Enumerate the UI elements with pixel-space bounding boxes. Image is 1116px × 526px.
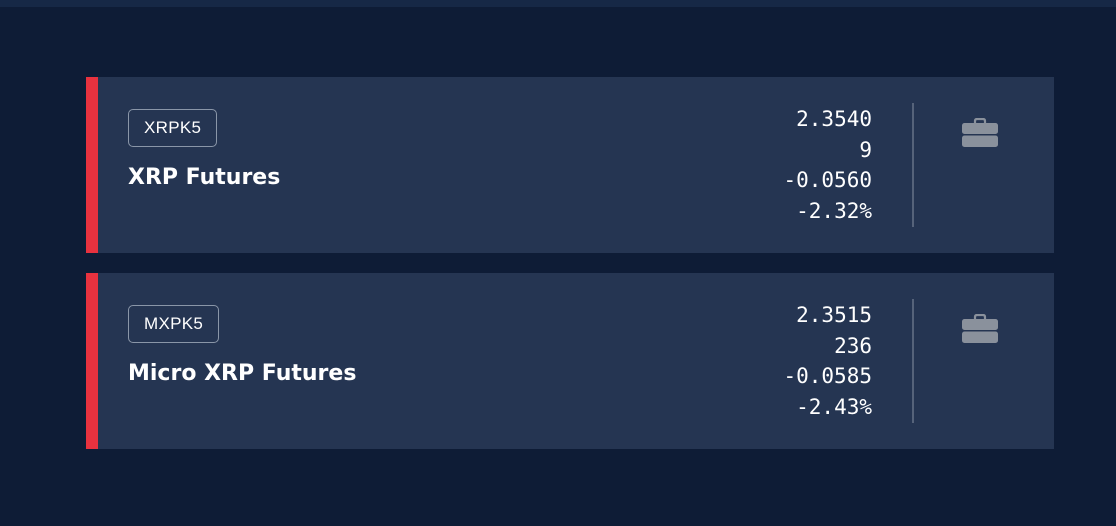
contract-name: XRP Futures bbox=[128, 165, 281, 190]
quote-values: 2.3540 9 -0.0560 -2.32% bbox=[783, 104, 872, 226]
portfolio-button[interactable] bbox=[958, 113, 1002, 153]
symbol-badge: XRPK5 bbox=[128, 109, 218, 147]
contract-card[interactable]: XRPK5 XRP Futures 2.3540 9 -0.0560 -2.32… bbox=[86, 77, 1054, 253]
briefcase-icon bbox=[962, 314, 998, 343]
top-bar bbox=[0, 0, 1116, 7]
volume: 9 bbox=[859, 137, 872, 162]
divider bbox=[912, 299, 914, 423]
portfolio-button[interactable] bbox=[958, 309, 1002, 349]
symbol-badge: MXPK5 bbox=[128, 305, 220, 343]
trend-indicator-bar bbox=[86, 273, 98, 449]
last-price: 2.3515 bbox=[796, 303, 872, 327]
contract-card[interactable]: MXPK5 Micro XRP Futures 2.3515 236 -0.05… bbox=[86, 273, 1054, 449]
net-change: -0.0585 bbox=[783, 364, 872, 388]
contract-list: XRPK5 XRP Futures 2.3540 9 -0.0560 -2.32… bbox=[86, 77, 1054, 469]
quote-values: 2.3515 236 -0.0585 -2.43% bbox=[783, 300, 872, 422]
percent-change: -2.32% bbox=[796, 198, 872, 223]
last-price: 2.3540 bbox=[796, 107, 872, 131]
percent-change: -2.43% bbox=[796, 394, 872, 419]
volume: 236 bbox=[834, 333, 872, 358]
trend-indicator-bar bbox=[86, 77, 98, 253]
briefcase-icon bbox=[962, 118, 998, 147]
divider bbox=[912, 103, 914, 227]
contract-name: Micro XRP Futures bbox=[128, 361, 357, 386]
net-change: -0.0560 bbox=[783, 168, 872, 192]
